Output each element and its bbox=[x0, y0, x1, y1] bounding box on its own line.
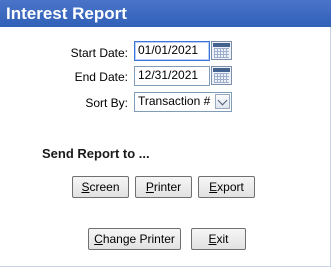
change-printer-button[interactable]: Change Printer bbox=[88, 228, 181, 250]
printer-mnemonic: P bbox=[145, 180, 154, 194]
title-bar: Interest Report bbox=[0, 0, 331, 27]
exit-label: xit bbox=[216, 232, 229, 246]
end-date-label: End Date: bbox=[74, 70, 128, 84]
end-date-calendar-icon[interactable] bbox=[211, 66, 232, 85]
export-label: xport bbox=[217, 180, 244, 194]
screen-button[interactable]: Screen bbox=[72, 176, 129, 198]
start-date-calendar-icon[interactable] bbox=[211, 41, 232, 60]
start-date-input[interactable]: 01/01/2021 bbox=[134, 41, 210, 61]
interest-report-window: Interest Report Start Date: 01/01/2021 E… bbox=[0, 0, 331, 267]
exit-mnemonic: E bbox=[208, 232, 217, 246]
send-report-heading: Send Report to ... bbox=[42, 146, 150, 161]
export-button[interactable]: Export bbox=[198, 176, 255, 198]
screen-label: creen bbox=[89, 180, 120, 194]
end-date-input[interactable]: 12/31/2021 bbox=[134, 66, 210, 86]
change-printer-label: hange Printer bbox=[102, 232, 175, 246]
sort-by-label: Sort By: bbox=[85, 96, 128, 110]
printer-button[interactable]: Printer bbox=[135, 176, 192, 198]
start-date-label: Start Date: bbox=[70, 46, 128, 60]
sort-by-value: Transaction # bbox=[138, 94, 211, 108]
window-title: Interest Report bbox=[6, 4, 127, 23]
sort-by-dropdown-button[interactable] bbox=[215, 94, 230, 109]
exit-button[interactable]: Exit bbox=[191, 228, 246, 250]
chevron-down-icon bbox=[217, 95, 228, 106]
change-printer-mnemonic: C bbox=[94, 232, 103, 246]
export-mnemonic: E bbox=[209, 180, 218, 194]
printer-label: rinter bbox=[153, 180, 182, 194]
sort-by-select[interactable]: Transaction # bbox=[134, 92, 232, 112]
